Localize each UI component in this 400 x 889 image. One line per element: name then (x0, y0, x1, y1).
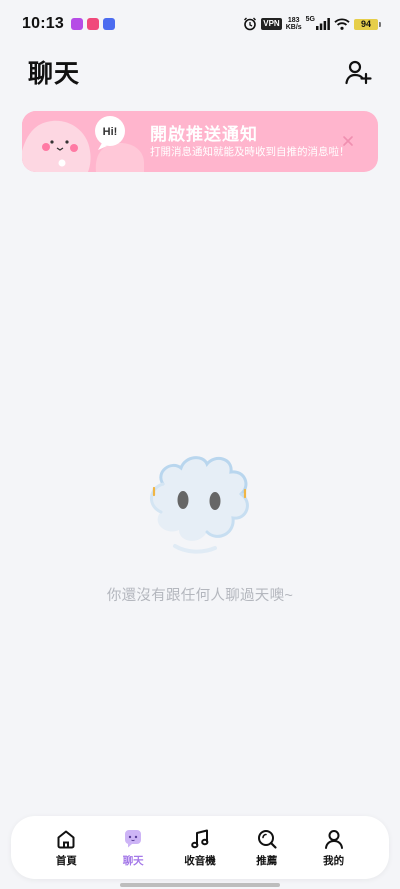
status-time: 10:13 (22, 15, 64, 32)
app-notification-icon (86, 18, 99, 30)
home-icon (57, 830, 75, 848)
signal-icon (316, 18, 330, 30)
push-notification-banner[interactable]: Hi! 開啟推送通知 打開消息通知就能及時收到自推的消息啦！ (22, 111, 378, 172)
wifi-icon (334, 18, 350, 30)
chat-icon (125, 829, 142, 847)
nav-item-profile[interactable]: 我的 (308, 828, 360, 868)
network-speed: 183 KB/s (286, 17, 302, 31)
notification-icons (70, 18, 115, 30)
close-icon[interactable] (340, 133, 356, 149)
music-note-icon (191, 829, 209, 848)
nav-item-recommend[interactable]: 推薦 (241, 828, 293, 868)
app-notification-icon (102, 18, 115, 30)
nav-label: 收音機 (184, 854, 216, 867)
search-icon (257, 829, 277, 849)
user-icon (324, 829, 343, 849)
banner-subtitle: 打開消息通知就能及時收到自推的消息啦！ (150, 145, 350, 158)
mascot-speech-text: Hi! (103, 126, 118, 138)
banner-title: 開啟推送通知 (150, 124, 258, 144)
battery-indicator: 94 (354, 18, 381, 30)
person-add-icon[interactable] (344, 58, 372, 86)
page-header: 聊天 (0, 54, 400, 90)
status-bar: 10:13 VPN 183 KB/s 5G 94 (0, 0, 400, 48)
speed-value: 183 (287, 17, 300, 24)
nav-label: 推薦 (256, 854, 278, 867)
mascot-illustration: Hi! (22, 111, 144, 172)
bottom-navigation: 首頁 聊天 收音機 推薦 我的 (11, 816, 389, 879)
alarm-icon (244, 17, 257, 31)
nav-label: 我的 (323, 854, 345, 867)
app-notification-icon (70, 18, 83, 30)
nav-item-chat[interactable]: 聊天 (107, 828, 159, 868)
page-title: 聊天 (28, 60, 81, 88)
home-indicator[interactable] (120, 883, 280, 887)
network-type: 5G (305, 15, 315, 23)
nav-label: 首頁 (55, 854, 77, 867)
empty-state-message: 你還沒有跟任何人聊過天噢~ (106, 588, 294, 604)
vpn-badge: VPN (261, 18, 282, 30)
nav-label: 聊天 (122, 854, 144, 867)
nav-item-radio[interactable]: 收音機 (174, 828, 226, 868)
speed-unit: KB/s (285, 24, 302, 31)
empty-chat-illustration (150, 456, 249, 554)
nav-item-home[interactable]: 首頁 (40, 828, 92, 868)
